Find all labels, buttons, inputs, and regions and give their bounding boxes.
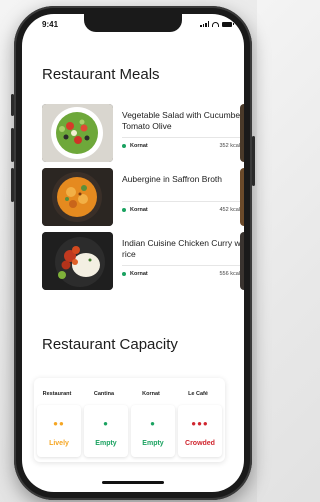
meals-section-title: Restaurant Meals (42, 66, 160, 83)
people-icon: ●● (53, 419, 65, 428)
power-button (252, 136, 255, 186)
location-dot-icon (122, 272, 126, 276)
signal-icon (200, 21, 209, 27)
capacity-status: Lively (49, 440, 69, 447)
capacity-status: Crowded (185, 440, 215, 447)
home-indicator[interactable] (102, 481, 164, 484)
volume-up-button (11, 128, 14, 162)
capacity-cell-kornat[interactable]: ● Empty (131, 405, 175, 457)
meal-image-curry (42, 232, 113, 290)
mute-switch (11, 94, 14, 116)
meal-card[interactable]: Aubergine in Saffron Broth Kornat 452 kc… (42, 168, 244, 226)
next-card-peek (240, 232, 244, 290)
capacity-status: Empty (142, 440, 164, 447)
phone-frame: 9:41 Restaurant Meals Vegetable Salad wi… (11, 6, 255, 500)
meal-name: Vegetable Salad with Cucumber Tomato Oli… (122, 110, 243, 131)
divider (122, 137, 242, 138)
meal-card[interactable]: Vegetable Salad with Cucumber Tomato Oli… (42, 104, 244, 162)
location-dot-icon (122, 208, 126, 212)
person-icon: ● (103, 419, 109, 428)
meal-kcal: 452 kcal (219, 207, 241, 213)
meal-image-aubergine (42, 168, 113, 226)
capacity-cell-le-cafe[interactable]: ●●● Crowded (178, 405, 222, 457)
divider (122, 201, 242, 202)
meal-kcal: 352 kcal (219, 143, 241, 149)
capacity-panel: Restaurant Cantina Kornat Le Café ●● Liv… (34, 378, 225, 462)
meal-location: Kornat (122, 143, 148, 149)
capacity-header-restaurant: Restaurant (42, 391, 72, 397)
meal-location: Kornat (122, 207, 148, 213)
app-screen: 9:41 Restaurant Meals Vegetable Salad wi… (22, 14, 244, 492)
meal-card[interactable]: Indian Cuisine Chicken Curry with rice K… (42, 232, 244, 290)
wifi-icon (212, 21, 219, 27)
capacity-header-kornat: Kornat (142, 391, 160, 397)
meal-location: Kornat (122, 271, 148, 277)
location-dot-icon (122, 144, 126, 148)
status-time: 9:41 (42, 20, 59, 29)
capacity-header-cantina: Cantina (93, 391, 115, 397)
meal-name: Indian Cuisine Chicken Curry with rice (122, 238, 244, 259)
next-card-peek (240, 104, 244, 162)
status-bar: 9:41 (22, 20, 244, 34)
capacity-section-title: Restaurant Capacity (42, 336, 178, 353)
capacity-cell-cantina[interactable]: ● Empty (84, 405, 128, 457)
next-card-peek (240, 168, 244, 226)
volume-down-button (11, 168, 14, 202)
capacity-status: Empty (95, 440, 117, 447)
battery-icon (222, 21, 234, 27)
capacity-cell-restaurant[interactable]: ●● Lively (37, 405, 81, 457)
meal-location-label: Kornat (130, 207, 148, 213)
meal-name: Aubergine in Saffron Broth (122, 174, 223, 184)
people-icon: ●●● (191, 419, 209, 428)
divider (122, 265, 242, 266)
meal-image-salad (42, 104, 113, 162)
meal-kcal: 556 kcal (219, 271, 241, 277)
meal-location-label: Kornat (130, 271, 148, 277)
meal-location-label: Kornat (130, 143, 148, 149)
status-icons (200, 21, 234, 27)
person-icon: ● (150, 419, 156, 428)
capacity-header-le-cafe: Le Café (188, 391, 208, 397)
